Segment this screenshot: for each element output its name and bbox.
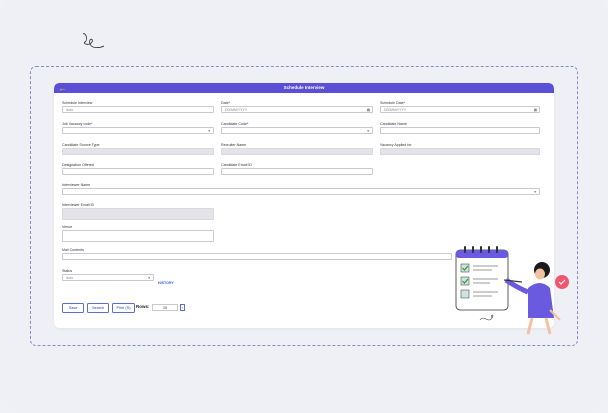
panel-title: Schedule Interview [283, 85, 325, 90]
field-interviewer-name: Interviewer Name ▾ [62, 183, 540, 195]
chevron-down-icon: ▾ [534, 190, 536, 194]
candidate-code-select[interactable]: ▾ [221, 127, 373, 134]
field-date: Date* DD/MM/YYYY ▦ [221, 101, 373, 113]
field-vacancy-applied-for: Vacancy Applied for [380, 143, 540, 155]
search-button[interactable]: Search [87, 303, 109, 313]
venue-textarea[interactable] [62, 230, 214, 242]
print-button[interactable]: Print (S) [112, 303, 135, 313]
rows-arrow-button[interactable]: › [180, 304, 185, 311]
calendar-icon[interactable]: ▦ [534, 107, 537, 112]
rows-input[interactable]: 15 [152, 304, 178, 311]
vacancy-applied-for-input [380, 148, 540, 155]
field-candidate-email: Candidate Email ID [221, 163, 373, 175]
status-value: Auto [66, 276, 74, 280]
recruiter-name-input [221, 148, 373, 155]
check-bubble-icon [555, 275, 569, 289]
panel-header: ← Schedule Interview [54, 83, 554, 93]
date-input[interactable]: DD/MM/YYYY ▦ [221, 106, 373, 113]
rows-label: Rows: [136, 304, 150, 309]
interviewer-name-select[interactable]: ▾ [62, 188, 540, 195]
chevron-down-icon: ▾ [367, 129, 369, 133]
field-venue: Venue [62, 225, 214, 242]
mail-contents-input[interactable] [62, 253, 452, 260]
history-link[interactable]: HISTORY [158, 281, 174, 285]
chevron-down-icon: ▾ [148, 276, 150, 280]
date-placeholder: DD/MM/YYYY [225, 108, 248, 112]
arrow-left-icon[interactable]: ← [58, 83, 70, 93]
field-candidate-name: Candidate Name [380, 122, 540, 134]
field-status: Status Auto ▾ [62, 269, 154, 281]
status-select[interactable]: Auto ▾ [62, 274, 154, 281]
field-job-vacancy-code: Job Vacancy code* ▾ [62, 122, 214, 134]
job-vacancy-code-select[interactable]: ▾ [62, 127, 214, 134]
field-mail-contents: Mail Contents [62, 248, 452, 260]
interviewer-email-textarea [62, 208, 214, 220]
candidate-email-input[interactable] [221, 168, 373, 175]
field-designation-offered: Designation Offered [62, 163, 214, 175]
schedule-date-placeholder: DD/MM/YYYY [384, 108, 407, 112]
field-recruiter-name: Recruiter Name [221, 143, 373, 155]
save-button[interactable]: Save [62, 303, 84, 313]
field-schedule-interview: Schedule Interview Auto [62, 101, 214, 113]
checklist-illustration [455, 246, 569, 335]
field-candidate-source-type: Candidate Source Type [62, 143, 214, 155]
field-schedule-date: Schedule Date* DD/MM/YYYY ▦ [380, 101, 540, 113]
field-interviewer-email: Interviewer Email ID [62, 203, 214, 220]
designation-offered-input[interactable] [62, 168, 214, 175]
calendar-icon[interactable]: ▦ [367, 107, 370, 112]
field-candidate-code: Candidate Code* ▾ [221, 122, 373, 134]
schedule-date-input[interactable]: DD/MM/YYYY ▦ [380, 106, 540, 113]
candidate-source-type-input [62, 148, 214, 155]
chevron-down-icon: ▾ [208, 129, 210, 133]
schedule-interview-input[interactable]: Auto [62, 106, 214, 113]
candidate-name-input[interactable] [380, 127, 540, 134]
squiggle-doodle-icon [82, 33, 105, 49]
